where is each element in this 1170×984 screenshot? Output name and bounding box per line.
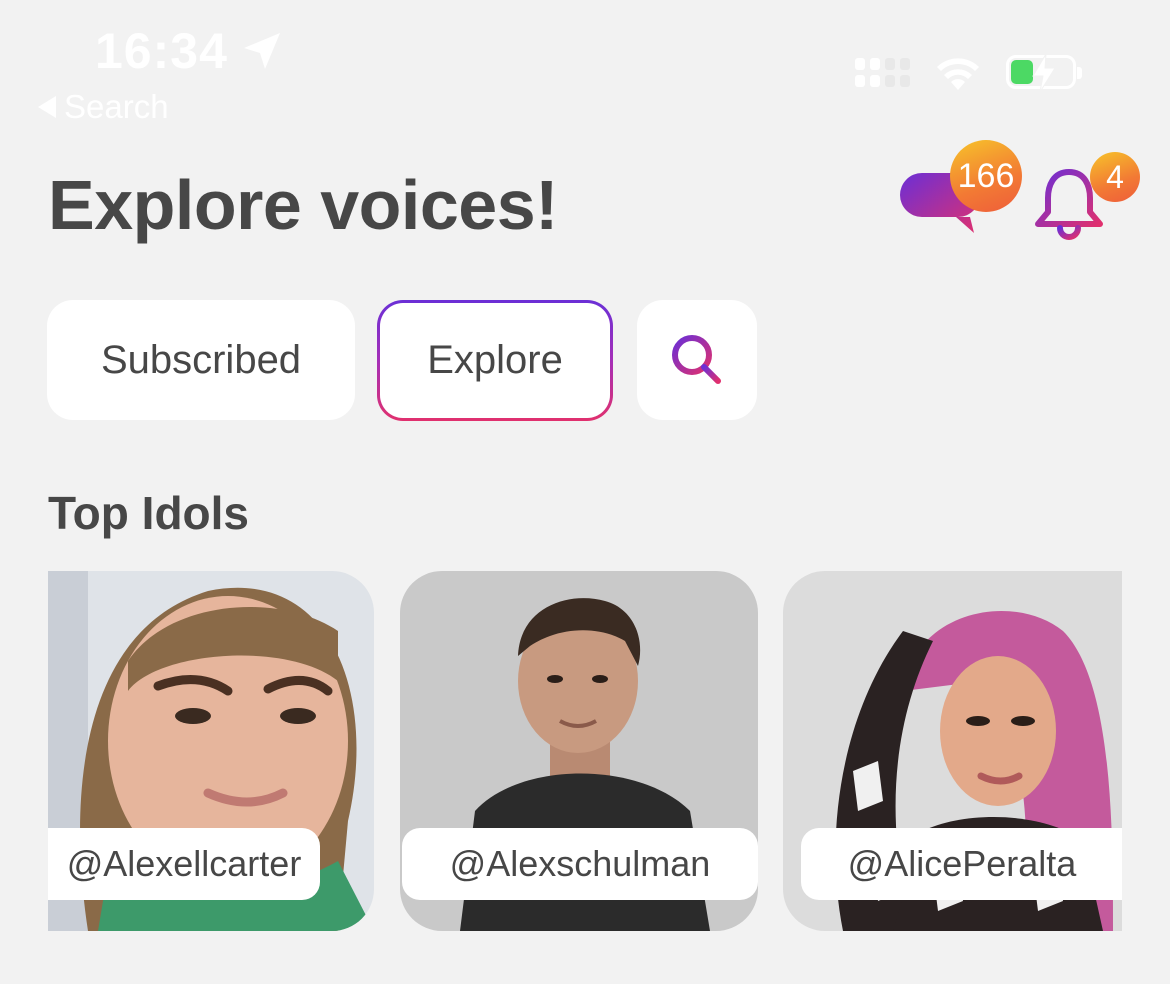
tab-explore-label: Explore — [427, 338, 563, 382]
back-label: Search — [64, 88, 169, 125]
search-button[interactable] — [637, 300, 757, 420]
idols-carousel[interactable]: @Alexellcarter @Alexschulman @AlicePeral… — [48, 571, 1122, 931]
idol-card[interactable]: @Alexellcarter — [48, 571, 374, 931]
page-title: Explore voices! — [48, 166, 558, 244]
time-label: 16:34 — [95, 23, 228, 79]
tab-subscribed-label: Subscribed — [100, 337, 302, 382]
location-arrow-icon — [243, 33, 280, 69]
charging-bolt-icon — [1032, 54, 1056, 92]
battery-icon — [1006, 54, 1082, 92]
wifi-icon — [937, 58, 979, 90]
section-title-top-idols: Top Idols — [48, 487, 250, 539]
back-to-search-link[interactable]: Search — [38, 88, 169, 126]
idol-handle-pill: @Alexellcarter — [48, 828, 320, 900]
idol-handle: @Alexellcarter — [66, 843, 302, 884]
idol-card[interactable]: @Alexschulman — [400, 571, 758, 931]
status-bar-time: 16:34 — [95, 22, 286, 80]
notifications-count-badge: 4 — [1090, 152, 1140, 202]
idol-card[interactable]: @AlicePeralta — [783, 571, 1122, 931]
idol-handle-pill: @AlicePeralta — [801, 828, 1122, 900]
tab-explore[interactable]: Explore — [377, 300, 613, 421]
status-indicators — [855, 52, 1082, 92]
search-icon — [672, 335, 721, 384]
back-triangle-icon — [38, 96, 56, 118]
messages-count-badge: 166 — [950, 140, 1022, 212]
cellular-signal-icon — [855, 57, 910, 87]
tab-subscribed[interactable]: Subscribed — [47, 300, 355, 420]
idol-handle-pill: @Alexschulman — [402, 828, 758, 900]
idol-handle: @Alexschulman — [449, 843, 711, 884]
idol-handle: @AlicePeralta — [847, 843, 1077, 884]
